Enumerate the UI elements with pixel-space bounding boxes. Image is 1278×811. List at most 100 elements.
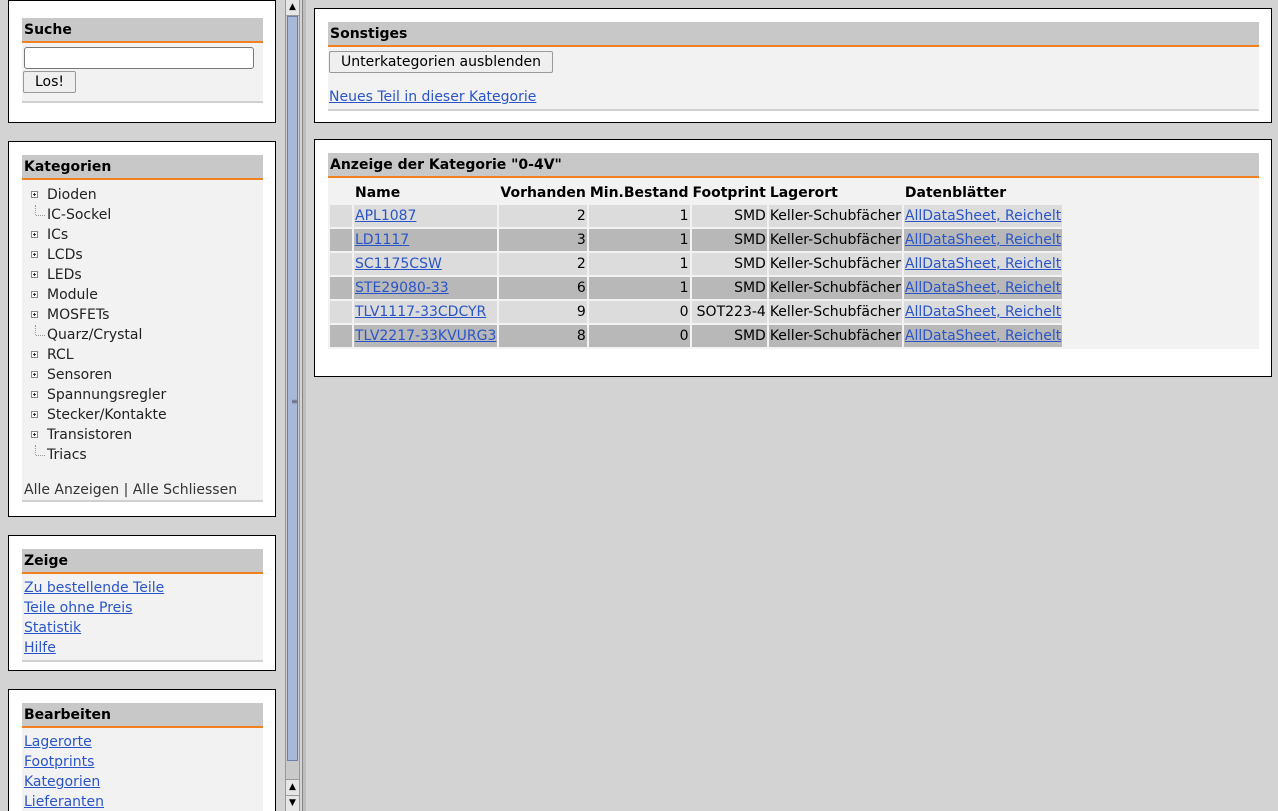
location-value: Keller-Schubfächer: [769, 304, 901, 320]
cell-stock: 3: [499, 229, 587, 251]
link-parts-to-order[interactable]: Zu bestellende Teile: [24, 578, 261, 598]
min-stock-value: 1: [679, 280, 689, 296]
name-link[interactable]: TLV2217-33KVURG3: [355, 328, 496, 344]
link-categories[interactable]: Kategorien: [24, 772, 261, 792]
table-row: SC1175CSW 2 1 SMD Keller-Schubfächer AllDataS…: [330, 253, 1063, 275]
search-input[interactable]: [24, 47, 254, 69]
name-link[interactable]: SC1175CSW: [355, 256, 442, 272]
cell-footprint: SMD: [691, 229, 767, 251]
datasheets-link[interactable]: AllDataSheet, Reichelt: [905, 280, 1061, 296]
tree-item[interactable]: Stecker/Kontakte: [27, 405, 263, 425]
scroll-down-arrow-icon[interactable]: ▼: [286, 795, 299, 811]
show-all-link[interactable]: Alle Anzeigen: [24, 482, 119, 498]
tree-item-label[interactable]: LEDs: [47, 267, 82, 283]
tree-line: [36, 215, 45, 216]
tree-item-label[interactable]: Transistoren: [47, 427, 132, 443]
tree-item[interactable]: MOSFETs: [27, 305, 263, 325]
scroll-thumb[interactable]: ≡: [287, 16, 298, 761]
tree-item-label[interactable]: MOSFETs: [47, 307, 109, 323]
tree-item[interactable]: Spannungsregler: [27, 385, 263, 405]
cell-datasheets: AllDataSheet, Reichelt: [903, 205, 1063, 227]
link-parts-without-price[interactable]: Teile ohne Preis: [24, 598, 261, 618]
expand-plus-icon[interactable]: [31, 251, 38, 258]
min-stock-value: 0: [679, 304, 689, 320]
tree-item-label[interactable]: Sensoren: [47, 367, 112, 383]
tree-item[interactable]: LEDs: [27, 265, 263, 285]
tree-item[interactable]: Triacs: [27, 445, 263, 465]
expand-plus-icon[interactable]: [31, 191, 38, 198]
tree-item-label[interactable]: ICs: [47, 227, 68, 243]
tree-item[interactable]: Dioden: [27, 185, 263, 205]
footprint-value: SOT223-4: [696, 304, 766, 320]
tree-item[interactable]: RCL: [27, 345, 263, 365]
scroll-up-arrow-icon[interactable]: ▲: [286, 0, 299, 16]
tree-item-label[interactable]: IC-Sockel: [47, 207, 111, 223]
link-help[interactable]: Hilfe: [24, 638, 261, 658]
tree-item[interactable]: Module: [27, 285, 263, 305]
location-value: Keller-Schubfächer: [769, 256, 901, 272]
expand-plus-icon[interactable]: [31, 391, 38, 398]
expand-plus-icon[interactable]: [31, 431, 38, 438]
tree-item-label[interactable]: Module: [47, 287, 98, 303]
scrollbar[interactable]: ▲ ≡ ▲ ▼: [285, 0, 300, 811]
cell-name: STE29080-33: [354, 277, 498, 299]
tree-item-label[interactable]: Stecker/Kontakte: [47, 407, 167, 423]
name-link[interactable]: TLV1117-33CDCYR: [355, 304, 486, 320]
search-button[interactable]: Los!: [23, 71, 77, 93]
tree-item-label[interactable]: Triacs: [47, 447, 87, 463]
tree-item[interactable]: Sensoren: [27, 365, 263, 385]
tree-item-label[interactable]: Dioden: [47, 187, 97, 203]
categories-title: Kategorien: [22, 155, 263, 180]
datasheets-link[interactable]: AllDataSheet, Reichelt: [905, 328, 1061, 344]
cell-min-stock: 1: [588, 229, 690, 251]
expand-plus-icon[interactable]: [31, 291, 38, 298]
tree-item[interactable]: LCDs: [27, 245, 263, 265]
expand-plus-icon[interactable]: [31, 411, 38, 418]
edit-box: Bearbeiten Lagerorte Footprints Kategori…: [8, 689, 276, 811]
expand-plus-icon[interactable]: [31, 351, 38, 358]
tree-item[interactable]: ICs: [27, 225, 263, 245]
name-link[interactable]: STE29080-33: [355, 280, 449, 296]
cell-min-stock: 0: [588, 325, 690, 347]
link-footprints[interactable]: Footprints: [24, 752, 261, 772]
frame-splitter: ▲ ≡ ▲ ▼: [283, 0, 306, 811]
expand-plus-icon[interactable]: [31, 371, 38, 378]
tree-item[interactable]: IC-Sockel: [27, 205, 263, 225]
datasheets-link[interactable]: AllDataSheet, Reichelt: [905, 232, 1061, 248]
stock-value: 2: [576, 208, 586, 224]
scroll-up-arrow-icon[interactable]: ▲: [286, 779, 299, 795]
tree-item-label[interactable]: Quarz/Crystal: [47, 327, 142, 343]
datasheets-link[interactable]: AllDataSheet, Reichelt: [905, 256, 1061, 272]
name-link[interactable]: LD1117: [355, 232, 409, 248]
min-stock-value: 1: [679, 208, 689, 224]
close-all-link[interactable]: Alle Schliessen: [133, 482, 237, 498]
tree-item[interactable]: Quarz/Crystal: [27, 325, 263, 345]
link-statistics[interactable]: Statistik: [24, 618, 261, 638]
expand-plus-icon[interactable]: [31, 311, 38, 318]
misc-box: Sonstiges Unterkategorien ausblenden Neu…: [314, 8, 1272, 123]
hide-subcategories-button[interactable]: Unterkategorien ausblenden: [329, 51, 553, 73]
table-row: STE29080-33 6 1 SMD Keller-Schubfächer AllDat…: [330, 277, 1063, 299]
column-header-min-stock: Min.Bestand: [589, 185, 689, 201]
tree-line: [35, 445, 36, 455]
frame-resize-handle[interactable]: [302, 0, 306, 811]
expand-plus-icon[interactable]: [31, 271, 38, 278]
tree-item-label[interactable]: LCDs: [47, 247, 83, 263]
link-suppliers[interactable]: Lieferanten: [24, 792, 261, 811]
cell-min-stock: 1: [588, 253, 690, 275]
tree-line: [35, 205, 36, 215]
new-part-link[interactable]: Neues Teil in dieser Kategorie: [329, 88, 536, 106]
name-link[interactable]: APL1087: [355, 208, 416, 224]
expand-plus-icon[interactable]: [31, 231, 38, 238]
column-header-datasheets: Datenblätter: [904, 185, 1007, 201]
cell-footprint: SMD: [691, 277, 767, 299]
show-links: Zu bestellende Teile Teile ohne Preis St…: [22, 574, 263, 660]
cell-location: Keller-Schubfächer: [768, 253, 902, 275]
link-storage-locations[interactable]: Lagerorte: [24, 732, 261, 752]
tree-item-label[interactable]: RCL: [47, 347, 74, 363]
datasheets-link[interactable]: AllDataSheet, Reichelt: [905, 208, 1061, 224]
cell-datasheets: AllDataSheet, Reichelt: [903, 301, 1063, 323]
tree-item-label[interactable]: Spannungsregler: [47, 387, 166, 403]
datasheets-link[interactable]: AllDataSheet, Reichelt: [905, 304, 1061, 320]
tree-item[interactable]: Transistoren: [27, 425, 263, 445]
